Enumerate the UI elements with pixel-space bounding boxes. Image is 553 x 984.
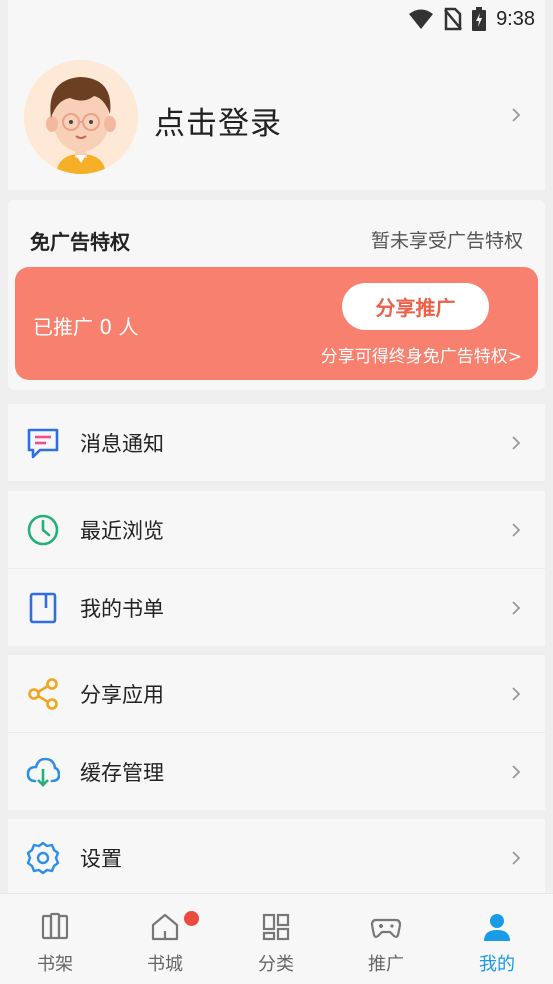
cloud-download-icon [26,757,60,787]
tab-bookstore[interactable]: 书城 [110,894,220,984]
menu-label-share-app: 分享应用 [80,683,164,707]
menu-item-notifications[interactable]: 消息通知 [8,404,545,481]
battery-charging-icon [472,7,487,31]
menu-group-tools: 分享应用 缓存管理 [8,655,545,810]
clock-icon [27,514,59,546]
menu-item-booklist[interactable]: 我的书单 [8,568,545,646]
menu-item-cache[interactable]: 缓存管理 [8,732,545,810]
login-label[interactable]: 点击登录 [154,98,282,143]
menu-group-settings: 设置 [8,819,545,896]
bookshelf-icon [41,912,69,940]
no-sim-icon [444,7,463,31]
privilege-title: 免广告特权 [30,230,130,254]
chevron-right-icon [512,108,521,122]
bookmark-icon [29,592,57,624]
menu-label-booklist: 我的书单 [80,597,164,621]
menu-label-notifications: 消息通知 [80,432,164,456]
promoted-count: 已推广 0 人 [33,315,139,339]
login-header[interactable]: 点击登录 [8,38,545,190]
share-promote-button[interactable]: 分享推广 [342,283,489,330]
menu-label-recent: 最近浏览 [80,519,164,543]
chevron-right-icon [512,436,521,450]
tab-category[interactable]: 分类 [221,894,331,984]
tab-label: 我的 [479,954,515,975]
promotion-benefit-link[interactable]: 分享可得终身免广告特权> [321,342,522,367]
user-icon [484,914,510,941]
tab-label: 分类 [258,954,294,975]
avatar[interactable] [24,60,138,174]
share-icon [28,678,58,710]
tab-promote[interactable]: 推广 [331,894,441,984]
menu-group-messages: 消息通知 [8,404,545,481]
menu-item-share-app[interactable]: 分享应用 [8,655,545,732]
menu-group-reading: 最近浏览 我的书单 [8,491,545,646]
privilege-status: 暂未享受广告特权 [370,230,523,252]
avatar-illustration [24,60,138,174]
tab-label: 推广 [368,954,404,975]
chevron-right-icon [512,523,521,537]
menu-item-settings[interactable]: 设置 [8,819,545,896]
gear-icon [26,841,60,875]
wifi-icon [409,9,434,29]
chevron-right-icon [512,765,521,779]
message-icon [27,428,59,459]
ad-free-privilege-card: 免广告特权 暂未享受广告特权 已推广 0 人 分享推广 分享可得终身免广告特权> [8,200,545,390]
menu-label-settings: 设置 [80,847,122,871]
status-time: 9:38 [496,7,535,30]
menu-label-cache: 缓存管理 [80,761,164,785]
promotion-banner: 已推广 0 人 分享推广 分享可得终身免广告特权> [15,267,538,380]
tab-label: 书城 [147,954,183,975]
tab-bookshelf[interactable]: 书架 [0,894,110,984]
category-icon [262,913,290,941]
chevron-right-icon [512,601,521,615]
chevron-right-icon [512,851,521,865]
bookstore-icon [151,913,179,941]
tab-mine[interactable]: 我的 [442,894,552,984]
status-bar: 9:38 [8,0,545,38]
chevron-right-icon [512,687,521,701]
bottom-tab-bar: 书架 书城 分类 推广 我的 [0,893,553,984]
gamepad-icon [370,918,402,938]
tab-label: 书架 [37,954,73,975]
notification-badge [184,911,199,926]
menu-item-recent[interactable]: 最近浏览 [8,491,545,568]
